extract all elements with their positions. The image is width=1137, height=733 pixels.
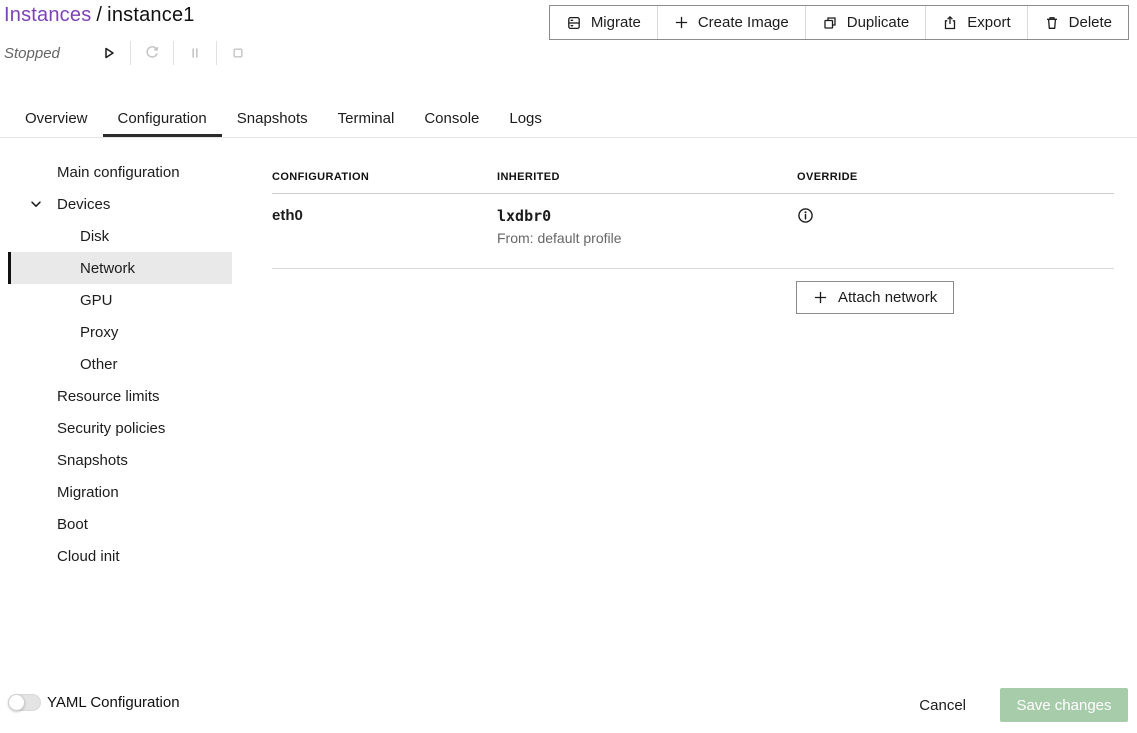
pause-icon xyxy=(187,45,203,61)
pause-button[interactable] xyxy=(187,45,203,61)
sidebar-item-cloud-init[interactable]: Cloud init xyxy=(8,540,232,572)
configuration-sidebar: Main configuration Devices Disk Network … xyxy=(0,156,240,572)
tab-configuration[interactable]: Configuration xyxy=(103,99,222,137)
duplicate-icon xyxy=(822,15,838,31)
yaml-toggle-label: YAML Configuration xyxy=(47,694,180,711)
migrate-icon xyxy=(566,15,582,31)
duplicate-button[interactable]: Duplicate xyxy=(805,6,926,39)
table-row: eth0 lxdbr0 From: default profile xyxy=(272,194,1114,269)
attach-network-button[interactable]: Attach network xyxy=(796,281,954,314)
divider xyxy=(130,41,131,65)
create-image-button[interactable]: Create Image xyxy=(657,6,805,39)
sidebar-item-snapshots[interactable]: Snapshots xyxy=(8,444,232,476)
page-title: instance1 xyxy=(107,4,194,26)
restart-icon xyxy=(144,45,160,61)
breadcrumb: Instances/instance1 xyxy=(4,4,195,27)
inherited-source: From: default profile xyxy=(497,230,797,246)
delete-button[interactable]: Delete xyxy=(1027,6,1128,39)
tab-snapshots[interactable]: Snapshots xyxy=(222,99,323,137)
stop-button[interactable] xyxy=(230,45,246,61)
status-text: Stopped xyxy=(4,45,101,62)
divider xyxy=(173,41,174,65)
start-button[interactable] xyxy=(101,45,117,61)
sidebar-item-security-policies[interactable]: Security policies xyxy=(8,412,232,444)
plus-icon xyxy=(813,290,828,305)
toggle-knob xyxy=(8,694,25,711)
sidebar-item-proxy[interactable]: Proxy xyxy=(8,316,232,348)
tab-logs[interactable]: Logs xyxy=(494,99,557,137)
instance-actions-toolbar: Migrate Create Image Duplicate Export De… xyxy=(549,5,1129,40)
trash-icon xyxy=(1044,15,1060,31)
sidebar-item-boot[interactable]: Boot xyxy=(8,508,232,540)
create-image-button-label: Create Image xyxy=(698,14,789,31)
inherited-cell: lxdbr0 From: default profile xyxy=(497,207,797,268)
info-icon xyxy=(797,207,814,224)
plus-icon xyxy=(674,15,689,30)
export-button[interactable]: Export xyxy=(925,6,1026,39)
save-changes-button[interactable]: Save changes xyxy=(1000,688,1128,722)
sidebar-item-resource-limits[interactable]: Resource limits xyxy=(8,380,232,412)
migrate-button[interactable]: Migrate xyxy=(550,6,657,39)
sidebar-item-label: Devices xyxy=(57,196,110,213)
tab-console[interactable]: Console xyxy=(409,99,494,137)
sidebar-item-gpu[interactable]: GPU xyxy=(8,284,232,316)
restart-button[interactable] xyxy=(144,45,160,61)
instance-tabs: Overview Configuration Snapshots Termina… xyxy=(0,99,1137,138)
breadcrumb-instances-link[interactable]: Instances xyxy=(4,4,91,26)
export-button-label: Export xyxy=(967,14,1010,31)
table-header-row: CONFIGURATION INHERITED OVERRIDE xyxy=(272,160,1114,194)
instance-status-row: Stopped xyxy=(4,40,259,66)
tab-terminal[interactable]: Terminal xyxy=(323,99,410,137)
migrate-button-label: Migrate xyxy=(591,14,641,31)
override-cell xyxy=(797,207,1114,268)
column-header-override: OVERRIDE xyxy=(797,171,1114,183)
inherited-network-value: lxdbr0 xyxy=(497,207,797,225)
export-icon xyxy=(942,15,958,31)
sidebar-item-network[interactable]: Network xyxy=(8,252,232,284)
network-configuration-table: CONFIGURATION INHERITED OVERRIDE eth0 lx… xyxy=(272,160,1114,269)
instance-configuration-page: Instances/instance1 Stopped xyxy=(0,0,1137,733)
stop-icon xyxy=(230,45,246,61)
sidebar-item-migration[interactable]: Migration xyxy=(8,476,232,508)
cancel-button[interactable]: Cancel xyxy=(902,697,983,714)
column-header-inherited: INHERITED xyxy=(497,171,797,183)
play-icon xyxy=(101,45,117,61)
footer-actions: Cancel Save changes xyxy=(902,688,1128,722)
column-header-configuration: CONFIGURATION xyxy=(272,171,497,183)
sidebar-item-disk[interactable]: Disk xyxy=(8,220,232,252)
yaml-configuration-toggle[interactable]: YAML Configuration xyxy=(8,694,180,711)
sidebar-item-devices[interactable]: Devices xyxy=(8,188,232,220)
duplicate-button-label: Duplicate xyxy=(847,14,910,31)
attach-network-button-label: Attach network xyxy=(838,289,937,306)
chevron-down-icon xyxy=(28,196,44,212)
sidebar-item-other[interactable]: Other xyxy=(8,348,232,380)
delete-button-label: Delete xyxy=(1069,14,1112,31)
device-name: eth0 xyxy=(272,207,497,268)
toggle-switch-icon[interactable] xyxy=(8,694,41,711)
override-info-button[interactable] xyxy=(797,207,814,224)
breadcrumb-separator: / xyxy=(91,4,107,26)
tab-overview[interactable]: Overview xyxy=(10,99,103,137)
sidebar-item-main-configuration[interactable]: Main configuration xyxy=(8,156,232,188)
divider xyxy=(216,41,217,65)
